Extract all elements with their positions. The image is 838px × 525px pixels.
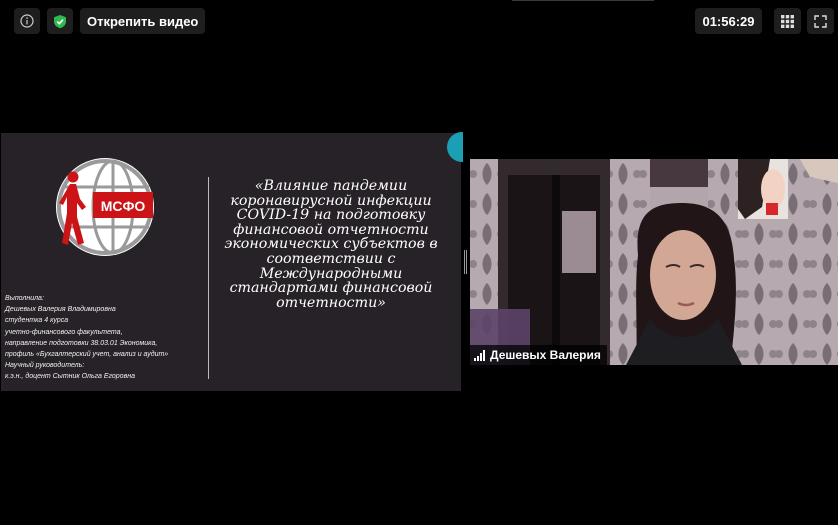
title-line: коронавирусной инфекции [230,192,432,209]
author-line: Выполнила: [5,295,44,302]
info-icon [20,14,34,28]
title-line: стандартами финансовой [229,280,433,297]
title-line: COVID-19 на подготовку [236,207,426,224]
author-line: Научный руководитель: [5,362,85,370]
title-line: соответствии с [266,250,396,267]
gallery-view-button[interactable] [774,8,801,34]
participant-video: Дешевых Валерия [470,159,838,365]
msfo-logo: МСФО [56,158,154,256]
author-line: к.э.н., доцент Сытник Ольга Егоровна [5,373,135,381]
fullscreen-button[interactable] [807,8,834,34]
author-info: Выполнила: Дешевых Валерия Владимировна … [5,293,210,383]
shield-check-icon [54,14,66,28]
title-line: отчетности» [276,294,386,311]
author-line: направление подготовки 38.03.01 Экономик… [5,339,158,347]
split-view-handle[interactable] [464,250,467,274]
top-border-line [512,0,654,1]
grid-icon [781,14,794,28]
title-line: Международными [259,265,403,282]
author-line: учетно-финансового факультета, [5,328,123,336]
security-button[interactable] [47,8,73,34]
participant-name: Дешевых Валерия [490,348,601,362]
title-line: экономических субъектов в [224,236,438,253]
participant-name-tag: Дешевых Валерия [470,345,607,365]
meeting-timer: 01:56:29 [695,8,762,34]
info-button[interactable] [14,8,40,34]
video-frame [470,159,838,365]
slide-title: «Влияние пандемии коронавирусной инфекци… [215,179,447,310]
author-line: студентка 4 курса [5,317,69,325]
unpin-video-button[interactable]: Открепить видео [80,8,206,34]
title-line: «Влияние пандемии [254,178,408,194]
author-line: профиль «Бухгалтерский учет, анализ и ау… [5,351,169,359]
author-line: Дешевых Валерия Владимировна [5,306,116,314]
fullscreen-icon [814,14,827,28]
signal-strength-icon [474,349,485,361]
title-line: финансовой отчетности [233,221,429,238]
shared-screen: МСФО «Влияние пандемии коронавирусной ин… [1,133,461,391]
logo-text: МСФО [101,198,146,214]
